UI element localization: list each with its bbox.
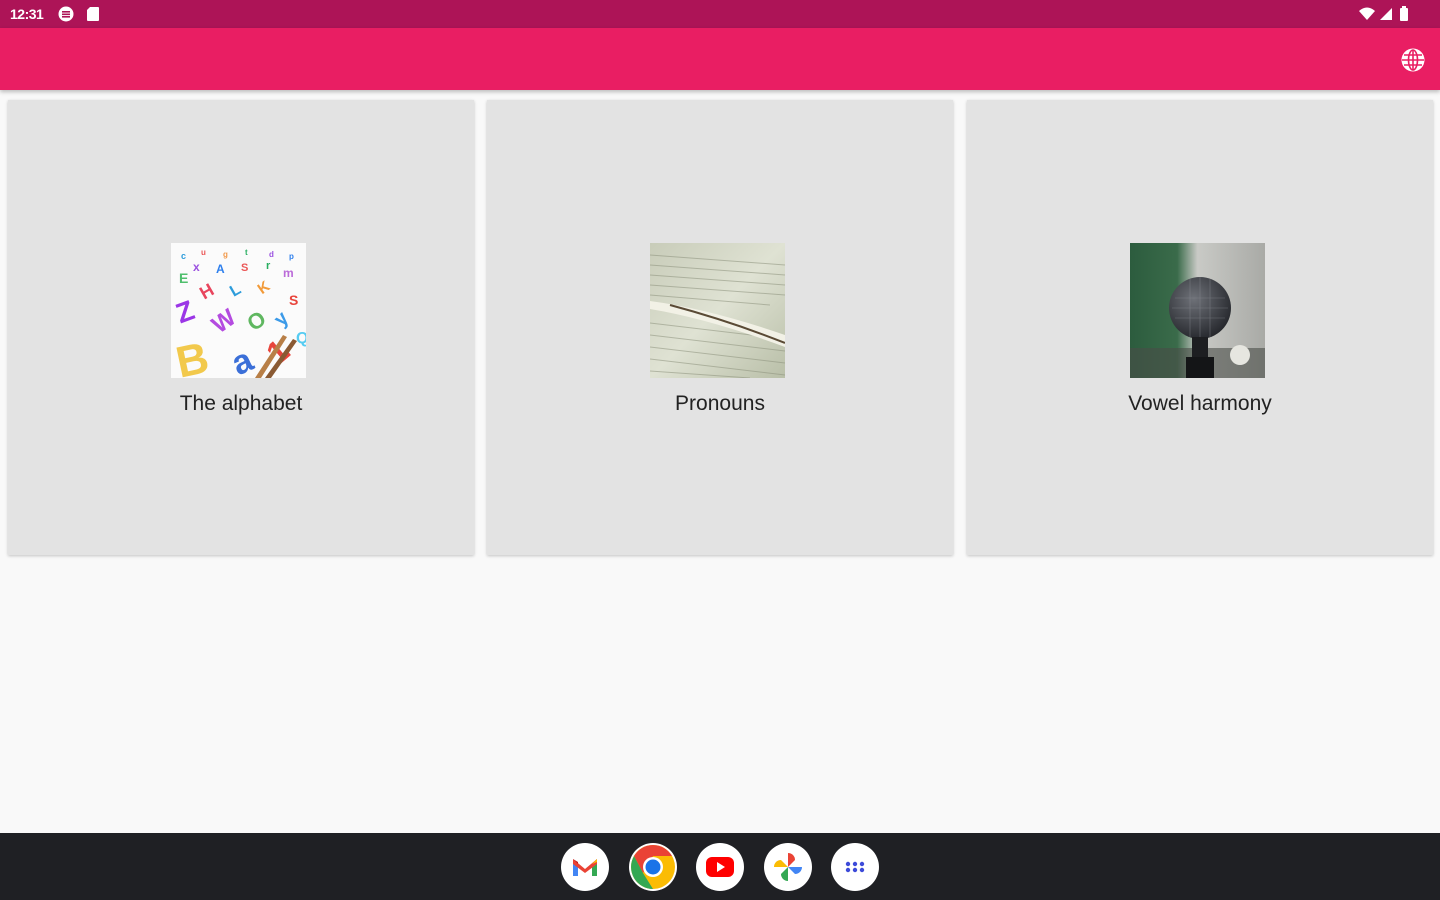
topic-label: Pronouns <box>675 392 765 415</box>
language-globe-icon[interactable] <box>1399 46 1427 74</box>
topic-label: Vowel harmony <box>1128 392 1272 415</box>
sd-card-icon <box>87 7 99 21</box>
svg-text:m: m <box>283 266 294 280</box>
svg-text:S: S <box>241 262 248 274</box>
topic-grid: B a 1 Z W O y H L K E x A S r m c u g t … <box>0 90 1440 568</box>
svg-text:Q: Q <box>296 330 306 347</box>
svg-text:x: x <box>193 260 200 274</box>
svg-text:t: t <box>245 248 248 257</box>
signal-icon <box>1380 8 1392 20</box>
svg-text:S: S <box>289 292 298 308</box>
svg-text:d: d <box>269 250 274 259</box>
settings-circle-icon <box>58 6 74 22</box>
svg-text:u: u <box>201 248 206 257</box>
gmail-icon[interactable] <box>561 843 609 891</box>
status-time: 12:31 <box>10 6 44 22</box>
svg-text:p: p <box>289 252 294 261</box>
topic-card-vowel-harmony[interactable]: Vowel harmony <box>967 100 1433 555</box>
status-bar: 12:31 <box>0 0 1440 28</box>
taskbar <box>0 833 1440 900</box>
wifi-icon <box>1359 7 1375 20</box>
microphone-image <box>1130 243 1265 378</box>
app-bar <box>0 28 1440 90</box>
colorful-letters-image: B a 1 Z W O y H L K E x A S r m c u g t … <box>171 243 306 378</box>
app-drawer-icon[interactable] <box>831 843 879 891</box>
photos-icon[interactable] <box>764 843 812 891</box>
svg-text:E: E <box>179 270 188 286</box>
topic-card-pronouns[interactable]: Pronouns <box>487 100 953 555</box>
youtube-icon[interactable] <box>696 843 744 891</box>
svg-text:g: g <box>223 250 228 259</box>
chrome-icon[interactable] <box>629 843 677 891</box>
svg-text:c: c <box>181 251 186 261</box>
svg-text:r: r <box>266 260 271 272</box>
topic-card-alphabet[interactable]: B a 1 Z W O y H L K E x A S r m c u g t … <box>8 100 474 555</box>
svg-text:A: A <box>216 262 225 276</box>
battery-icon <box>1400 6 1408 21</box>
topic-label: The alphabet <box>179 392 303 415</box>
open-book-image <box>650 243 785 378</box>
